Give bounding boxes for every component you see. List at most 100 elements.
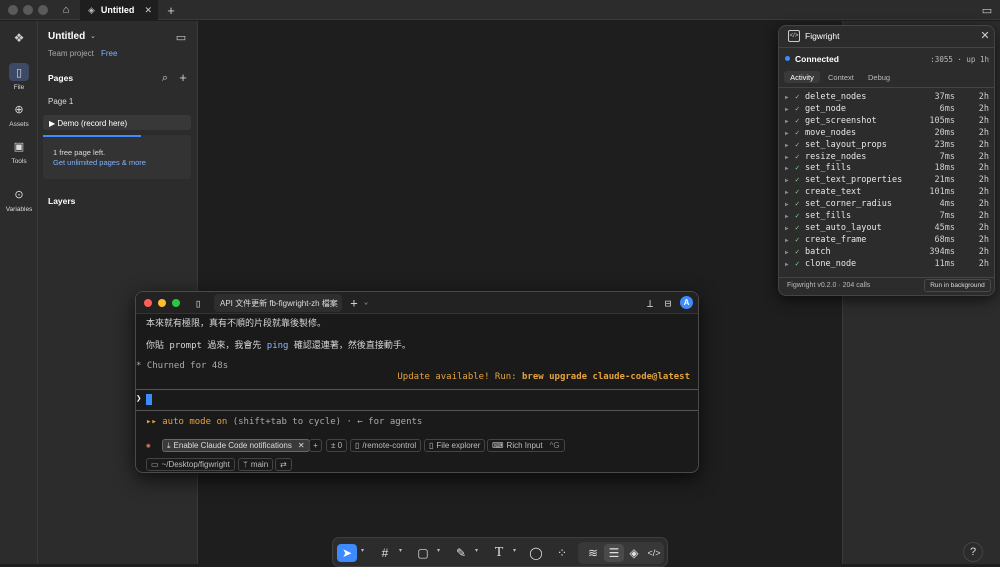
add-page-icon[interactable]: + [176,70,190,85]
remote-control-chip[interactable]: ▯/remote-control [350,439,422,452]
close-icon[interactable]: ✕ [298,441,305,450]
expand-icon[interactable]: ▶ [785,130,789,137]
expand-icon[interactable]: ▶ [785,201,789,208]
activity-row[interactable]: ▶ ✓ set_auto_layout 45ms 2h [785,223,989,235]
rail-item-file[interactable]: ▯ File [0,63,38,91]
activity-row[interactable]: ▶ ✓ resize_nodes 7ms 2h [785,152,989,164]
branch-chip[interactable]: ᛘ main [238,458,274,471]
component-mode-icon[interactable]: ◈ [624,544,644,562]
chip-label: Enable Claude Code notifications [173,441,292,450]
activity-row[interactable]: ▶ ✓ clone_node 11ms 2h [785,259,989,271]
tab-activity[interactable]: Activity [784,71,820,83]
page-item-demo[interactable]: ▶ Demo (record here) [43,115,191,130]
search-icon[interactable]: ⌕ [158,71,172,85]
add-chip-button[interactable]: + [309,439,322,452]
run-in-background-button[interactable]: Run in background [924,279,991,292]
chevron-down-icon[interactable]: ⌄ [364,298,368,306]
file-explorer-chip[interactable]: ▯ File explorer [424,439,486,452]
tab-untitled[interactable]: ◈ Untitled ✕ [80,0,158,20]
tab-debug[interactable]: Debug [868,73,890,82]
rectangle-tool-icon[interactable]: ▢ [413,544,433,562]
activity-row[interactable]: ▶ ✓ create_text 101ms 2h [785,187,989,199]
expand-icon[interactable]: ▶ [785,165,789,172]
expand-icon[interactable]: ▶ [785,177,789,184]
chevron-down-icon[interactable]: ▾ [475,547,478,554]
move-tool-icon[interactable]: ➤ [337,544,357,562]
activity-row[interactable]: ▶ ✓ get_screenshot 105ms 2h [785,116,989,128]
chevron-down-icon[interactable]: ▾ [437,547,440,554]
update-command: brew upgrade claude-code@latest [522,372,690,382]
frame-tool-icon[interactable]: # [375,544,395,562]
close-icon[interactable]: ✕ [979,29,991,42]
avatar[interactable]: A [680,296,693,309]
activity-row[interactable]: ▶ ✓ create_frame 68ms 2h [785,235,989,247]
expand-icon[interactable]: ▶ [785,213,789,220]
input-cursor[interactable] [146,394,152,405]
chevron-down-icon[interactable]: ▾ [513,547,516,554]
expand-icon[interactable]: ▶ [785,237,789,244]
home-icon[interactable]: ⌂ [58,3,74,17]
chevron-down-icon[interactable]: ⌄ [90,32,96,40]
window-minimize-control[interactable] [23,5,33,15]
switch-icon[interactable]: ⇄ [275,458,292,471]
terminal-zoom-control[interactable] [172,299,180,307]
sidebar-icon[interactable]: ▯ [192,297,204,310]
activity-log[interactable]: ▶ ✓ delete_nodes 37ms 2h ▶ ✓ get_node 6ms 2h ▶ ✓ get… [779,92,994,276]
design-mode-icon[interactable]: ☰ [604,544,624,562]
activity-row[interactable]: ▶ ✓ batch 394ms 2h [785,247,989,259]
rich-input-chip[interactable]: ⌨ Rich Input ^G [487,439,565,452]
terminal-tab[interactable]: API 文件更新 fb-figwright-zh 檔案 [214,294,342,312]
split-icon[interactable]: ⊥ [644,297,656,310]
new-tab-icon[interactable]: + [348,296,360,310]
dev-mode-icon[interactable]: </> [644,544,664,562]
sidebar-toggle-icon[interactable]: ▭ [980,3,994,17]
expand-icon[interactable]: ▶ [785,94,789,101]
activity-row[interactable]: ▶ ✓ set_fills 18ms 2h [785,163,989,175]
expand-icon[interactable]: ▶ [785,225,789,232]
activity-row[interactable]: ▶ ✓ move_nodes 20ms 2h [785,128,989,140]
path-chip[interactable]: ▭ ~/Desktop/figwright [146,458,235,471]
window-zoom-control[interactable] [38,5,48,15]
rail-item-variables[interactable]: ⊙ Variables [0,185,38,214]
terminal-close-control[interactable] [144,299,152,307]
call-age: 2h [978,222,989,233]
draw-mode-icon[interactable]: ≋ [583,544,603,562]
upgrade-link[interactable]: Get unlimited pages & more [53,158,146,167]
activity-row[interactable]: ▶ ✓ set_corner_radius 4ms 2h [785,199,989,211]
actions-icon[interactable]: ⁘ [552,544,572,562]
close-tab-icon[interactable]: ✕ [144,5,152,16]
activity-row[interactable]: ▶ ✓ set_fills 7ms 2h [785,211,989,223]
activity-row[interactable]: ▶ ✓ get_node 6ms 2h [785,104,989,116]
expand-icon[interactable]: ▶ [785,249,789,256]
activity-row[interactable]: ▶ ✓ set_layout_props 23ms 2h [785,140,989,152]
inbox-icon[interactable]: ⊟ [662,297,674,310]
terminal-minimize-control[interactable] [158,299,166,307]
new-tab-icon[interactable]: + [164,3,178,18]
help-button[interactable]: ? [963,542,983,562]
activity-row[interactable]: ▶ ✓ set_text_properties 21ms 2h [785,175,989,187]
tab-context[interactable]: Context [828,73,854,82]
auto-mode-line[interactable]: ▸▸ auto mode on (shift+tab to cycle) · ←… [146,417,422,427]
expand-icon[interactable]: ▶ [785,261,789,268]
file-title[interactable]: Untitled [48,31,85,42]
text-tool-icon[interactable]: T [489,544,509,562]
window-close-control[interactable] [8,5,18,15]
call-duration: 394ms [929,246,955,257]
expand-icon[interactable]: ▶ [785,142,789,149]
chevron-down-icon[interactable]: ▾ [399,547,402,554]
expand-icon[interactable]: ▶ [785,189,789,196]
enable-notifications-button[interactable]: ⤓ Enable Claude Code notifications ✕ [162,439,310,452]
rail-item-tools[interactable]: ▣ Tools [0,137,38,166]
expand-icon[interactable]: ▶ [785,118,789,125]
chevron-down-icon[interactable]: ▾ [361,547,364,554]
expand-icon[interactable]: ▶ [785,154,789,161]
panel-layout-icon[interactable]: ▭ [174,31,188,44]
figma-logo-icon[interactable]: ❖ [11,30,27,46]
diff-count-chip[interactable]: ± 0 [326,439,348,452]
page-item-page-1[interactable]: Page 1 [48,97,73,106]
expand-icon[interactable]: ▶ [785,106,789,113]
pen-tool-icon[interactable]: ✎ [451,544,471,562]
comment-tool-icon[interactable]: ◯ [526,544,546,562]
activity-row[interactable]: ▶ ✓ delete_nodes 37ms 2h [785,92,989,104]
rail-item-assets[interactable]: ⊕ Assets [0,100,38,129]
